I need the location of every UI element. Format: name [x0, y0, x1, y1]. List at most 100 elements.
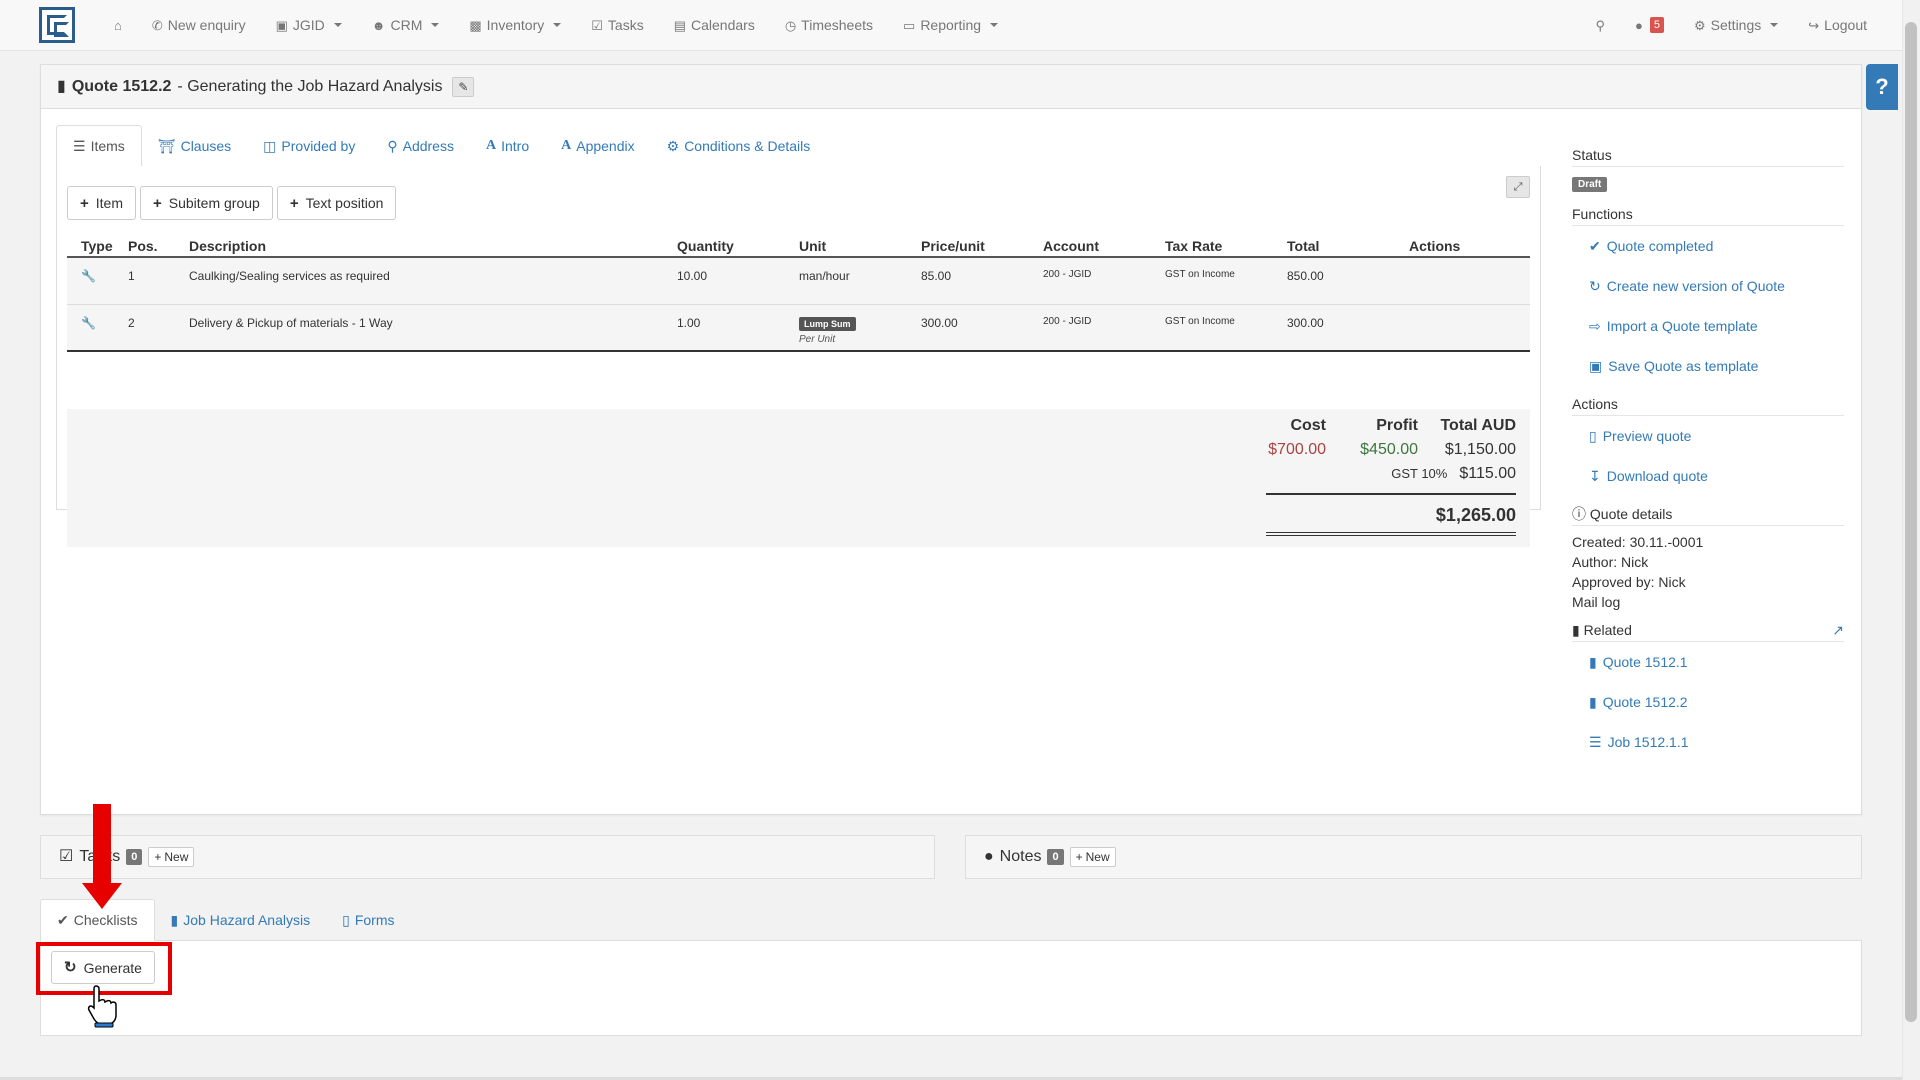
- nav-logout[interactable]: ↪ Logout: [1793, 0, 1882, 50]
- add-text-position-button[interactable]: + Text position: [276, 186, 397, 220]
- new-task-button[interactable]: + New: [148, 847, 195, 867]
- related-job-1512-1-1[interactable]: ☰ Job 1512.1.1: [1572, 722, 1844, 762]
- totals-values: $700.00 $450.00 $1,150.00: [1266, 441, 1516, 459]
- approved-line: Approved by: Nick: [1572, 574, 1686, 590]
- check-square-icon: ☑: [59, 848, 74, 865]
- file-icon: ▮: [1589, 654, 1597, 670]
- nav-timesheets[interactable]: ◷ Timesheets: [770, 0, 888, 50]
- download-quote-link[interactable]: ↧ Download quote: [1572, 456, 1844, 496]
- nav-search[interactable]: ⚲: [1581, 0, 1621, 50]
- list-icon: ☰: [1589, 734, 1602, 750]
- nav-home[interactable]: ⌂: [99, 0, 137, 50]
- details-heading-label: Quote details: [1589, 506, 1673, 522]
- profit-label: Profit: [1376, 417, 1418, 434]
- preview-quote-label: Preview quote: [1602, 428, 1692, 444]
- add-subitem-group-label: Subitem group: [168, 195, 260, 211]
- nav-jgid[interactable]: ▣ JGID: [261, 0, 357, 50]
- hand-cursor-icon: [87, 985, 117, 1028]
- total-cell: 300.00: [1287, 316, 1324, 330]
- header-total: Total: [1287, 238, 1320, 254]
- tab-job-hazard-analysis[interactable]: ▮ Job Hazard Analysis: [155, 899, 327, 941]
- add-subitem-group-button[interactable]: + Subitem group: [140, 186, 273, 220]
- chevron-down-icon: [333, 23, 342, 27]
- file-text-icon: ▮: [1572, 622, 1580, 638]
- gear-icon: ⚙: [1694, 17, 1706, 33]
- quote-sidebar: Status Draft Functions ✔ Quote completed …: [1572, 137, 1844, 762]
- cost-label: Cost: [1290, 417, 1326, 434]
- mail-log-link[interactable]: Mail log: [1572, 592, 1844, 612]
- total-value: $1,150.00: [1444, 441, 1516, 458]
- details-heading: ⓘ Quote details: [1572, 506, 1844, 526]
- app-logo[interactable]: [39, 7, 75, 43]
- table-row[interactable]: 🔧 1 Caulking/Sealing services as require…: [67, 258, 1530, 305]
- tab-appendix[interactable]: A Appendix: [545, 125, 651, 167]
- author-line: Author: Nick: [1572, 554, 1649, 570]
- tab-forms[interactable]: ▯ Forms: [326, 899, 410, 941]
- scrollbar-thumb[interactable]: [1905, 22, 1917, 1022]
- search-icon: ⚲: [1595, 17, 1606, 33]
- nav-settings-label: Settings: [1710, 17, 1762, 33]
- jgid-logo-icon: ▣: [275, 17, 288, 33]
- tab-items[interactable]: ☰ Items: [56, 125, 142, 167]
- nav-jgid-label: JGID: [292, 17, 325, 33]
- description-cell: Caulking/Sealing services as required: [189, 269, 390, 283]
- nav-tasks[interactable]: ☑ Tasks: [576, 0, 658, 50]
- bank-icon: ⛩: [157, 138, 176, 154]
- nav-calendars-label: Calendars: [691, 17, 755, 33]
- file-pdf-icon: ▯: [1589, 428, 1597, 444]
- total-cell: 850.00: [1287, 269, 1324, 283]
- tab-address[interactable]: ⚲ Address: [371, 125, 470, 167]
- nav-new-enquiry[interactable]: ✆ New enquiry: [137, 0, 261, 50]
- external-link-icon[interactable]: ↗: [1832, 623, 1844, 637]
- tab-intro[interactable]: A Intro: [470, 125, 545, 167]
- plus-icon: +: [289, 194, 299, 212]
- tax-cell: GST on Income: [1165, 269, 1235, 280]
- new-version-label: Create new version of Quote: [1606, 278, 1785, 294]
- tab-appendix-label: Appendix: [576, 138, 635, 154]
- plus-icon: +: [153, 194, 162, 212]
- save-template-link[interactable]: ▣ Save Quote as template: [1572, 346, 1844, 386]
- help-button[interactable]: ?: [1866, 64, 1898, 110]
- nav-settings[interactable]: ⚙ Settings: [1679, 0, 1793, 50]
- compress-button[interactable]: ⤢: [1506, 176, 1530, 198]
- table-row[interactable]: 🔧 2 Delivery & Pickup of materials - 1 W…: [67, 305, 1530, 352]
- tab-intro-label: Intro: [501, 138, 530, 154]
- list-icon: ☰: [73, 138, 86, 154]
- unit-cell: man/hour: [799, 269, 850, 283]
- nav-crm[interactable]: ☻ CRM: [357, 0, 455, 50]
- header-account: Account: [1043, 238, 1099, 254]
- tax-cell: GST on Income: [1165, 316, 1235, 327]
- phone-icon: ✆: [151, 17, 163, 33]
- vertical-scrollbar[interactable]: [1902, 0, 1920, 1080]
- chevron-down-icon: [1770, 23, 1779, 27]
- quote-completed-label: Quote completed: [1606, 238, 1714, 254]
- related-quote-1512-1[interactable]: ▮ Quote 1512.1: [1572, 642, 1844, 682]
- header-tax-rate: Tax Rate: [1165, 238, 1223, 254]
- tab-conditions[interactable]: ⚙ Conditions & Details: [651, 125, 827, 167]
- totals-area: Cost Profit Total AUD $700.00 $450.00 $1…: [67, 409, 1530, 547]
- add-item-button[interactable]: + Item: [67, 186, 136, 220]
- related-quote-1512-2[interactable]: ▮ Quote 1512.2: [1572, 682, 1844, 722]
- nav-calendars[interactable]: ▤ Calendars: [659, 0, 770, 50]
- tab-checklists-label: Checklists: [73, 912, 138, 928]
- nav-reporting[interactable]: ▭ Reporting: [888, 0, 1013, 50]
- new-note-button[interactable]: + New: [1069, 847, 1116, 867]
- tab-provided-by-label: Provided by: [281, 138, 356, 154]
- edit-title-button[interactable]: ✎: [452, 76, 475, 97]
- check-icon: ✔: [57, 912, 69, 928]
- import-template-link[interactable]: ⇨ Import a Quote template: [1572, 306, 1844, 346]
- price-cell: 300.00: [921, 316, 958, 330]
- check-square-icon: ☑: [591, 17, 603, 33]
- tab-clauses[interactable]: ⛩ Clauses: [142, 125, 247, 167]
- file-icon: ▮: [57, 77, 66, 95]
- tab-provided-by[interactable]: ◫ Provided by: [247, 125, 371, 167]
- quote-completed-link[interactable]: ✔ Quote completed: [1572, 226, 1844, 266]
- price-cell: 85.00: [921, 269, 952, 283]
- nav-timesheets-label: Timesheets: [801, 17, 874, 33]
- nav-inventory[interactable]: ▩ Inventory: [454, 0, 576, 50]
- nav-notifications[interactable]: ● 5: [1620, 0, 1679, 50]
- new-version-link[interactable]: ↻ Create new version of Quote: [1572, 266, 1844, 306]
- status-badge: Draft: [1572, 177, 1608, 192]
- preview-quote-link[interactable]: ▯ Preview quote: [1572, 416, 1844, 456]
- tab-forms-label: Forms: [354, 912, 395, 928]
